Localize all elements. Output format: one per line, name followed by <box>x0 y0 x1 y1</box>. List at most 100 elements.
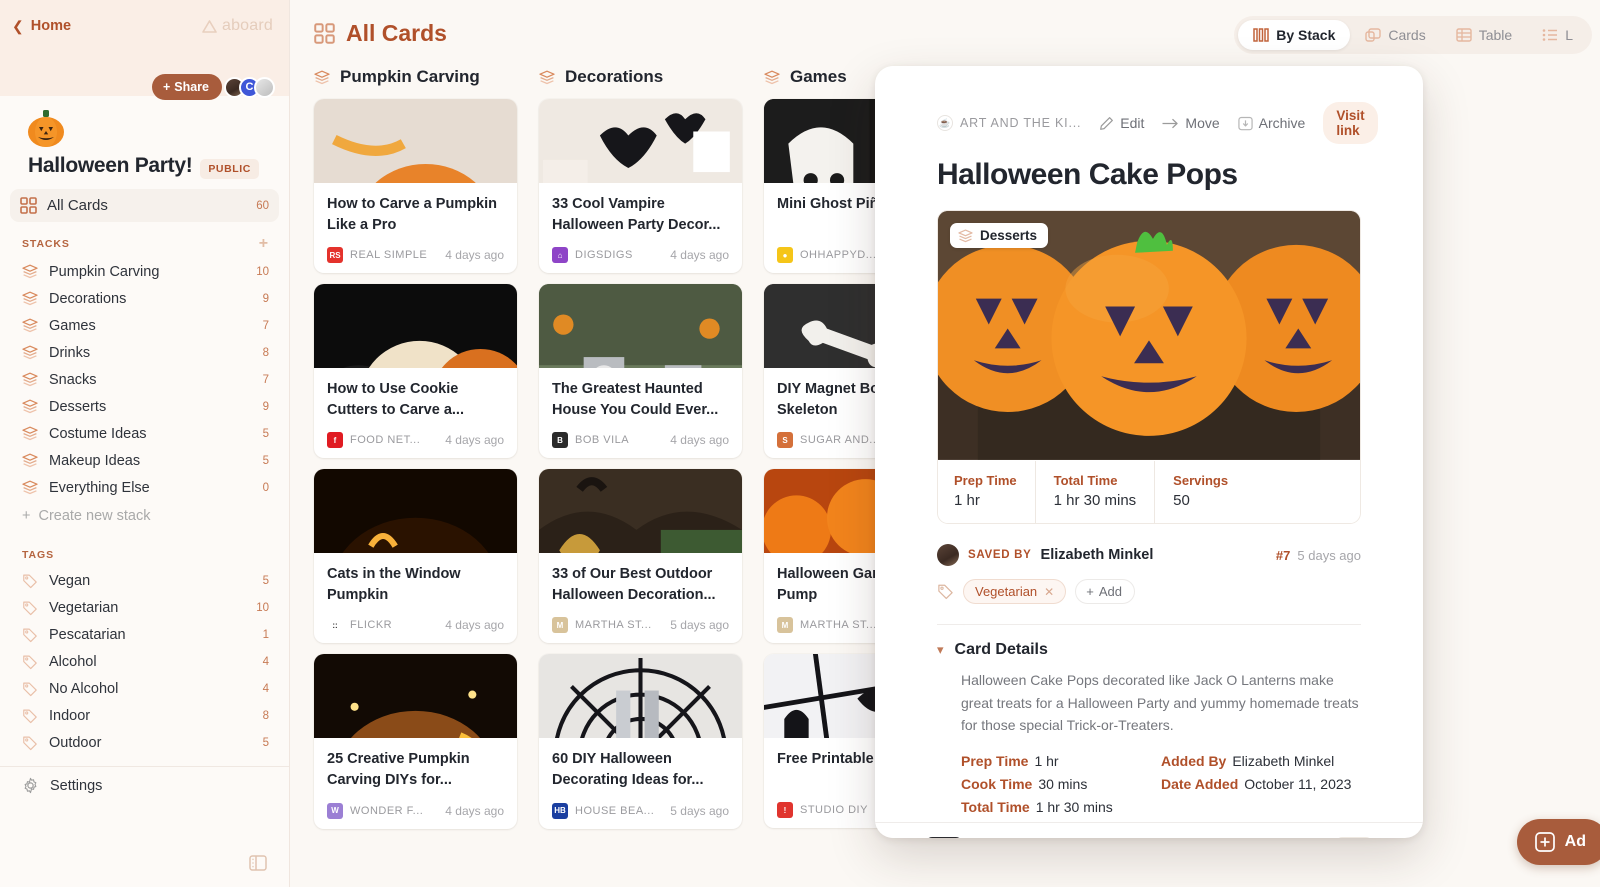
detail-key: Cook Time <box>961 776 1033 793</box>
create-stack-button[interactable]: + Create new stack <box>0 501 289 531</box>
card-title: 33 Cool Vampire Halloween Party Decor... <box>552 196 721 233</box>
settings-label: Settings <box>50 777 103 794</box>
tag-chip[interactable]: Vegetarian ✕ <box>963 579 1067 604</box>
archive-icon <box>1237 116 1253 131</box>
card[interactable]: Cats in the Window Pumpkin:: FLICKR 4 days… <box>314 469 517 644</box>
edit-button[interactable]: Edit <box>1099 115 1144 131</box>
card-source: MARTHA ST... <box>800 619 877 632</box>
card-image <box>539 654 742 739</box>
sidebar-item-stack[interactable]: Decorations 9 <box>0 285 289 312</box>
tab-label: Table <box>1478 27 1513 43</box>
sidebar-item-stack[interactable]: Costume Ideas 5 <box>0 420 289 447</box>
plus-icon: + <box>22 508 31 524</box>
tag-chip-label: Vegetarian <box>975 584 1038 599</box>
stack-icon <box>764 70 780 85</box>
share-button[interactable]: + Share <box>151 74 222 100</box>
detail-field: Date Added October 11, 2023 <box>1161 776 1361 792</box>
visit-link-button[interactable]: Visit link <box>1323 102 1378 144</box>
add-stack-icon[interactable]: + <box>259 236 269 252</box>
card[interactable]: 60 DIY Halloween Decorating Ideas for...… <box>539 654 742 829</box>
home-link[interactable]: ❮ Home <box>12 18 71 34</box>
detail-field: Cook Time 30 mins <box>961 776 1161 792</box>
card-meta: RS REAL SIMPLE 4 days ago <box>327 247 504 264</box>
detail-column-right: Added By Elizabeth Minkel Date Added Octobe… <box>1161 753 1361 822</box>
sidebar-item-stack[interactable]: Snacks 7 <box>0 366 289 393</box>
tag-label: Vegan <box>49 572 91 589</box>
card-meta: f FOOD NET... 4 days ago <box>327 432 504 449</box>
stack-label: Decorations <box>49 290 127 307</box>
tab-view-1[interactable]: Cards <box>1350 20 1440 50</box>
board-column: Decorations 33 Cool Vampire Halloween Par… <box>539 67 742 887</box>
card-title: How to Carve a Pumpkin Like a Pro <box>327 196 498 233</box>
stack-count: 5 <box>262 454 269 467</box>
sidebar-item-stack[interactable]: Games 7 <box>0 312 289 339</box>
card[interactable]: The Greatest Haunted House You Could Eve… <box>539 284 742 459</box>
arrow-right-icon <box>1162 117 1179 130</box>
board-title: Halloween Party! <box>28 154 193 177</box>
sidebar-item-all-cards[interactable]: All Cards 60 <box>10 189 279 222</box>
card[interactable]: How to Carve a Pumpkin Like a Pro RS REAL … <box>314 99 517 274</box>
card[interactable]: 33 Cool Vampire Halloween Party Decor...… <box>539 99 742 274</box>
sidebar-item-tag[interactable]: No Alcohol 4 <box>0 675 289 702</box>
tab-view-3[interactable]: L <box>1527 20 1588 50</box>
tab-view-0[interactable]: By Stack <box>1238 20 1351 50</box>
sidebar-footer <box>0 855 289 887</box>
card-meta: M MARTHA ST... 5 days ago <box>552 617 729 634</box>
stack-icon <box>22 291 38 306</box>
plus-icon: + <box>1086 584 1094 599</box>
detail-field: Added By Elizabeth Minkel <box>1161 753 1361 769</box>
stack-badge[interactable]: Desserts <box>950 223 1049 248</box>
next-card-link[interactable]: NEXT The 30 Best Adaptive a... <box>1160 837 1372 838</box>
modal-body: ☕ ART AND THE KI... Edit Move Archive Vi… <box>875 66 1423 822</box>
add-card-button[interactable]: Ad <box>1516 819 1600 865</box>
tag-count: 4 <box>262 682 269 695</box>
sidebar-item-tag[interactable]: Vegan 5 <box>0 567 289 594</box>
tag-count: 4 <box>262 655 269 668</box>
source-favicon-icon: S <box>777 432 793 449</box>
edit-label: Edit <box>1120 115 1145 131</box>
stack-icon <box>22 453 38 468</box>
archive-button[interactable]: Archive <box>1237 115 1305 131</box>
view-tabs: By Stack Cards Table L <box>1234 16 1592 54</box>
sidebar-item-stack[interactable]: Pumpkin Carving 10 <box>0 258 289 285</box>
source-favicon-icon: ● <box>777 247 793 263</box>
previous-card-link[interactable]: PREVIOUS Stuffed Candy Corn Cake <box>926 837 1142 838</box>
card[interactable]: 33 of Our Best Outdoor Halloween Decorat… <box>539 469 742 644</box>
sidebar-item-stack[interactable]: Drinks 8 <box>0 339 289 366</box>
tab-view-2[interactable]: Table <box>1441 20 1527 50</box>
column-header[interactable]: Decorations <box>539 67 742 87</box>
modal-toolbar: ☕ ART AND THE KI... Edit Move Archive Vi… <box>937 66 1378 144</box>
modal-divider <box>937 624 1361 625</box>
detail-value: October 11, 2023 <box>1244 776 1352 793</box>
share-label: Share <box>174 80 209 94</box>
column-header[interactable]: Pumpkin Carving <box>314 67 517 87</box>
card[interactable]: 25 Creative Pumpkin Carving DIYs for... W… <box>314 654 517 829</box>
sidebar-item-stack[interactable]: Everything Else 0 <box>0 474 289 501</box>
sidebar-item-tag[interactable]: Indoor 8 <box>0 702 289 729</box>
avatar[interactable] <box>254 76 275 98</box>
remove-tag-icon[interactable]: ✕ <box>1044 585 1054 599</box>
card-body: 33 Cool Vampire Halloween Party Decor...… <box>539 183 742 273</box>
card[interactable]: How to Use Cookie Cutters to Carve a... f… <box>314 284 517 459</box>
all-cards-label: All Cards <box>47 197 108 214</box>
stack-icon <box>539 70 555 85</box>
modal-source-label: ART AND THE KI... <box>960 116 1082 130</box>
all-cards-count: 60 <box>256 199 269 212</box>
stack-badge-label: Desserts <box>980 228 1038 243</box>
add-tag-button[interactable]: + Add <box>1075 579 1135 604</box>
detail-key: Date Added <box>1161 776 1239 793</box>
sidebar-item-stack[interactable]: Desserts 9 <box>0 393 289 420</box>
sidebar-item-settings[interactable]: Settings <box>0 767 289 804</box>
sidebar-item-tag[interactable]: Vegetarian 10 <box>0 594 289 621</box>
sidebar-item-stack[interactable]: Makeup Ideas 5 <box>0 447 289 474</box>
stack-icon <box>314 70 330 85</box>
sidebar-item-tag[interactable]: Alcohol 4 <box>0 648 289 675</box>
card-details-header[interactable]: ▾ Card Details <box>937 641 1361 659</box>
toggle-sidebar-icon[interactable] <box>249 855 267 871</box>
card-title: How to Use Cookie Cutters to Carve a... <box>327 381 464 418</box>
sidebar-item-tag[interactable]: Pescatarian 1 <box>0 621 289 648</box>
move-button[interactable]: Move <box>1162 115 1220 131</box>
card-body: Cats in the Window Pumpkin:: FLICKR 4 days… <box>314 553 517 643</box>
create-stack-label: Create new stack <box>38 508 151 524</box>
sidebar-item-tag[interactable]: Outdoor 5 <box>0 729 289 756</box>
